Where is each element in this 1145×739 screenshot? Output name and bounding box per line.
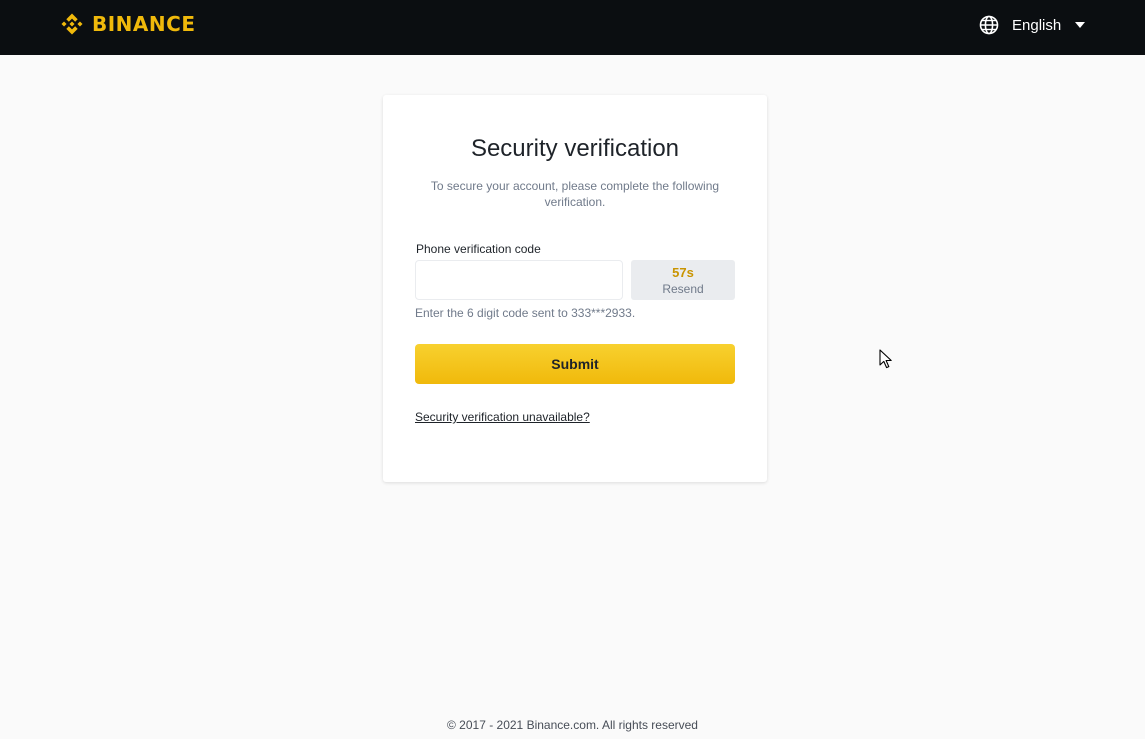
mouse-pointer-icon (879, 349, 892, 369)
caret-down-icon (1075, 22, 1086, 28)
code-hint: Enter the 6 digit code sent to 333***293… (415, 306, 636, 320)
page-subtitle: To secure your account, please complete … (430, 179, 720, 209)
submit-button[interactable]: Submit (415, 344, 735, 384)
phone-code-input[interactable] (415, 260, 623, 300)
page-title: Security verification (470, 135, 680, 162)
binance-logo[interactable]: BINANCE (58, 10, 195, 38)
brand-name: BINANCE (92, 12, 196, 36)
globe-icon (979, 15, 999, 35)
copyright-footer: © 2017 - 2021 Binance.com. All rights re… (447, 718, 698, 732)
language-label: English (1012, 16, 1062, 34)
language-selector[interactable]: English (979, 15, 1086, 35)
top-navigation-bar: BINANCE English (0, 0, 1145, 55)
phone-code-label: Phone verification code (416, 242, 541, 256)
resend-label: Resend (662, 281, 704, 296)
resend-code-button[interactable]: 57s Resend (631, 260, 735, 300)
binance-logo-icon (61, 13, 83, 35)
security-verification-card: Security verification To secure your acc… (383, 95, 767, 482)
resend-countdown: 57s (672, 264, 694, 280)
verification-unavailable-link[interactable]: Security verification unavailable? (415, 410, 590, 424)
